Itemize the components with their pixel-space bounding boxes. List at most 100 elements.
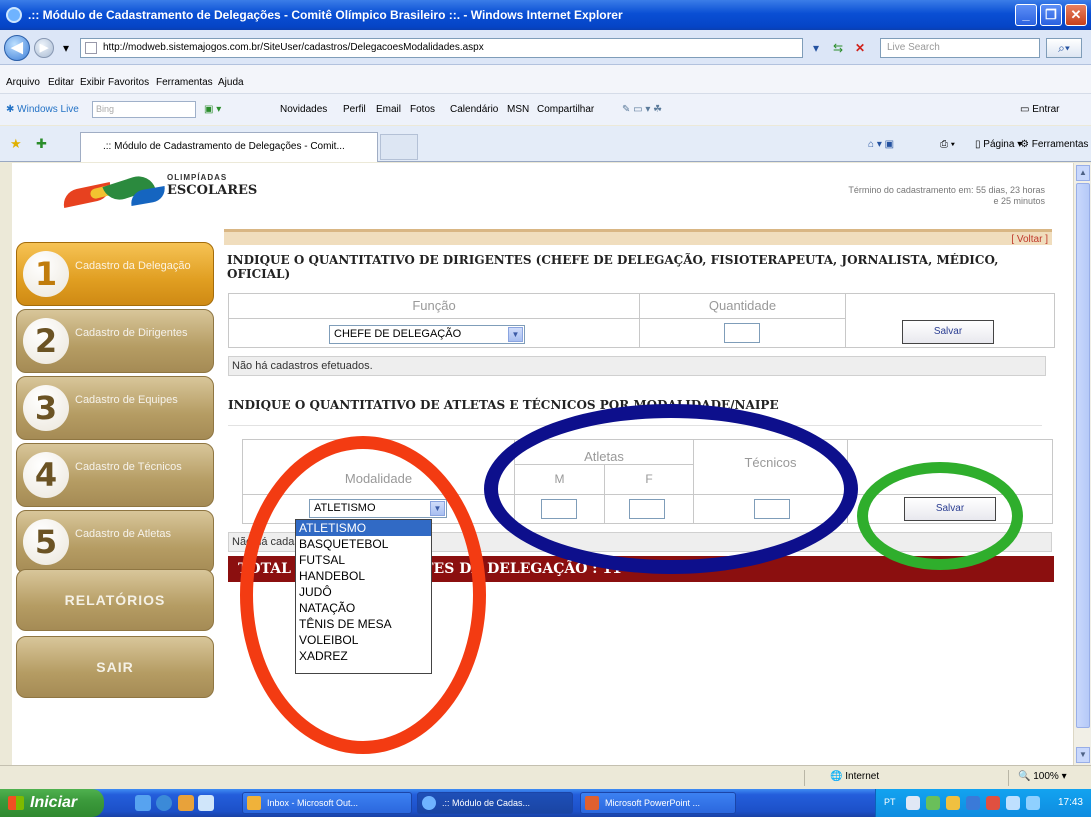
sidebar-step-2[interactable]: 2 Cadastro de Dirigentes <box>16 309 214 373</box>
status-divider <box>1008 770 1009 786</box>
tools-menu[interactable]: ⚙ Ferramentas ▾ <box>1020 139 1091 150</box>
media-quicklaunch-icon[interactable] <box>198 795 214 811</box>
powerpoint-icon <box>585 796 599 810</box>
tray-icon[interactable] <box>906 796 920 810</box>
status-divider <box>804 770 805 786</box>
live-calendario[interactable]: Calendário <box>450 104 498 115</box>
task-label: .:: Módulo de Cadas... <box>442 798 531 808</box>
task-ie[interactable]: .:: Módulo de Cadas... <box>417 792 573 814</box>
stop-icon[interactable]: ✕ <box>852 40 868 56</box>
live-compartilhar[interactable]: Compartilhar <box>537 104 594 115</box>
sidebar-step-4[interactable]: 4 Cadastro de Técnicos <box>16 443 214 507</box>
tray-icon[interactable] <box>986 796 1000 810</box>
minimize-button[interactable]: _ <box>1015 4 1037 26</box>
tab-active[interactable]: .:: Módulo de Cadastramento de Delegaçõe… <box>80 132 378 162</box>
quantidade-input[interactable] <box>724 323 760 343</box>
logo-text-big: ESCOLARES <box>167 183 258 198</box>
live-signin[interactable]: ▭ Entrar <box>1020 104 1059 115</box>
home-icon[interactable]: ⌂ ▾ ▣ <box>868 139 894 150</box>
live-search-input[interactable]: Live Search <box>880 38 1040 58</box>
maximize-button[interactable]: ❐ <box>1040 4 1062 26</box>
print-icon[interactable]: ⎙ ▾ <box>940 139 955 150</box>
funcao-select[interactable]: CHEFE DE DELEGAÇÃO ▼ <box>329 325 525 344</box>
live-msn[interactable]: MSN <box>507 104 529 115</box>
save1-cell: Salvar <box>845 293 1055 348</box>
outlook-quicklaunch-icon[interactable] <box>178 795 194 811</box>
menu-exibir[interactable]: Exibir <box>80 77 105 88</box>
refresh-icon[interactable]: ⇆ <box>830 40 846 56</box>
highlight-icon[interactable]: ✎ ▭ ▾ ☘ <box>622 104 662 115</box>
show-desktop-icon[interactable] <box>135 795 151 811</box>
add-favorites-icon[interactable]: ✚ <box>36 136 47 152</box>
status-bar: 🌐 Internet 🔍 100% ▾ <box>0 765 1091 789</box>
tray-icon[interactable] <box>1006 796 1020 810</box>
voltar-link[interactable]: [ Voltar ] <box>1011 234 1048 245</box>
ie-icon <box>422 796 436 810</box>
speaker-icon[interactable] <box>1026 796 1040 810</box>
task-powerpoint[interactable]: Microsoft PowerPoint ... <box>580 792 736 814</box>
no-records-dirigentes: Não há cadastros efetuados. <box>228 356 1046 376</box>
live-perfil[interactable]: Perfil <box>343 104 366 115</box>
signin-label: Entrar <box>1032 104 1060 115</box>
col-quantidade-header: Quantidade <box>639 293 846 319</box>
address-dropdown-icon[interactable]: ▾ <box>808 40 824 56</box>
start-label: Iniciar <box>30 794 78 811</box>
menu-favoritos[interactable]: Favoritos <box>108 77 149 88</box>
windows-live-label: Windows Live <box>17 104 79 115</box>
menu-ferramentas[interactable]: Ferramentas <box>156 77 213 88</box>
menu-ajuda[interactable]: Ajuda <box>218 77 244 88</box>
windows-live-brand[interactable]: ✱ Windows Live <box>6 104 79 115</box>
search-go-icon[interactable]: ⌕▾ <box>1046 38 1082 58</box>
favorites-star-icon[interactable]: ★ <box>10 136 22 152</box>
live-email[interactable]: Email <box>376 104 401 115</box>
menu-bar: Arquivo Editar Exibir Favoritos Ferramen… <box>0 65 1091 93</box>
scroll-thumb[interactable] <box>1076 183 1090 728</box>
ie-quicklaunch-icon[interactable] <box>156 795 172 811</box>
deadline-text: Término do cadastramento em: 55 dias, 23… <box>725 185 1045 207</box>
step-number: 5 <box>23 519 69 565</box>
back-button[interactable]: ◀ <box>4 35 30 61</box>
new-tab-button[interactable] <box>380 134 418 160</box>
address-toolbar: ◀ ▶ ▾ http://modweb.sistemajogos.com.br/… <box>0 30 1091 65</box>
tray-icon[interactable] <box>966 796 980 810</box>
vertical-scrollbar[interactable]: ▲ ▼ <box>1073 163 1091 765</box>
history-dropdown-icon[interactable]: ▾ <box>58 40 74 56</box>
start-button[interactable]: Iniciar <box>0 789 104 817</box>
step-label: Cadastro de Dirigentes <box>75 327 188 339</box>
sidebar-step-3[interactable]: 3 Cadastro de Equipes <box>16 376 214 440</box>
sair-button[interactable]: SAIR <box>16 636 214 698</box>
live-novidades[interactable]: Novidades <box>280 104 327 115</box>
live-fotos[interactable]: Fotos <box>410 104 435 115</box>
funcao-select-value: CHEFE DE DELEGAÇÃO <box>334 328 462 340</box>
tray-icon[interactable] <box>946 796 960 810</box>
menu-editar[interactable]: Editar <box>48 77 74 88</box>
sidebar-step-1[interactable]: 1 Cadastro da Delegação <box>16 242 214 306</box>
bing-go-icon[interactable]: ▣ ▾ <box>204 104 221 115</box>
forward-button[interactable]: ▶ <box>34 38 54 58</box>
scroll-up-icon[interactable]: ▲ <box>1076 165 1090 181</box>
save-dirigentes-button[interactable]: Salvar <box>902 320 994 344</box>
scroll-down-icon[interactable]: ▼ <box>1076 747 1090 763</box>
address-field[interactable]: http://modweb.sistemajogos.com.br/SiteUs… <box>80 38 803 58</box>
tab-title: .:: Módulo de Cadastramento de Delegaçõe… <box>103 141 345 152</box>
sidebar-step-5[interactable]: 5 Cadastro de Atletas <box>16 510 214 574</box>
window-title: .:: Módulo de Cadastramento de Delegaçõe… <box>28 8 623 22</box>
relatorios-button[interactable]: RELATÓRIOS <box>16 569 214 631</box>
chevron-down-icon: ▼ <box>508 327 523 342</box>
annotation-green-ellipse <box>857 462 1023 570</box>
address-url: http://modweb.sistemajogos.com.br/SiteUs… <box>103 42 484 53</box>
close-button[interactable]: ✕ <box>1065 4 1087 26</box>
page-menu[interactable]: ▯ Página ▾ <box>975 139 1022 150</box>
system-tray: PT 17:43 <box>875 789 1091 817</box>
logo-text-small: OLIMPÍADAS <box>167 173 228 182</box>
tray-icon[interactable] <box>926 796 940 810</box>
step-number: 4 <box>23 452 69 498</box>
task-outlook[interactable]: Inbox - Microsoft Out... <box>242 792 412 814</box>
window-titlebar[interactable]: .:: Módulo de Cadastramento de Delegaçõe… <box>0 0 1091 30</box>
step-label: Cadastro de Técnicos <box>75 461 182 473</box>
bing-search-input[interactable]: Bing <box>92 101 196 118</box>
language-indicator[interactable]: PT <box>884 797 896 807</box>
page-icon <box>85 42 97 54</box>
menu-arquivo[interactable]: Arquivo <box>6 77 40 88</box>
zoom-level[interactable]: 🔍 100% ▾ <box>1018 771 1067 782</box>
